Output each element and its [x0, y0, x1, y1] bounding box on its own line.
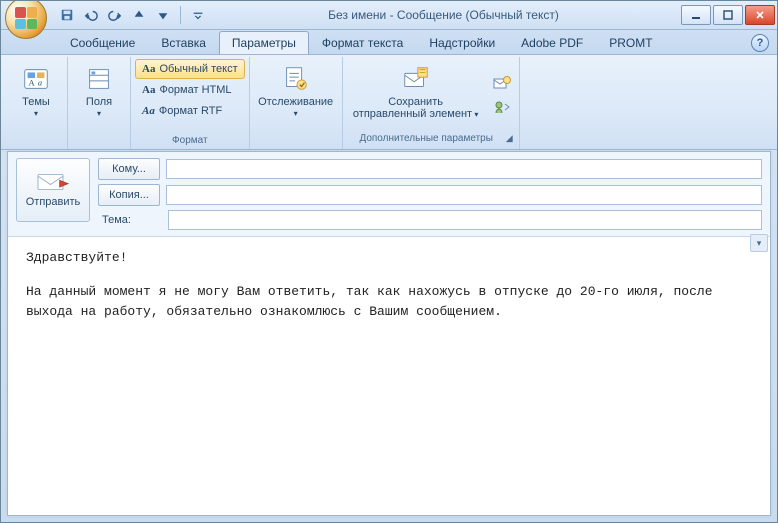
- svg-text:A: A: [29, 78, 36, 88]
- text-aa-italic-icon: Aa: [142, 105, 155, 117]
- body-paragraph: На данный момент я не могу Вам ответить,…: [26, 282, 752, 322]
- group-format: Aa Обычный текст Aa Формат HTML Aa Форма…: [131, 57, 250, 149]
- message-body[interactable]: Здравствуйте! На данный момент я не могу…: [8, 232, 770, 515]
- group-tracking: Отслеживание ▾: [250, 57, 343, 149]
- group-themes: Aa Темы ▾: [5, 57, 68, 149]
- format-rtf-button[interactable]: Aa Формат RTF: [135, 101, 245, 121]
- tracking-label: Отслеживание: [258, 96, 333, 108]
- up-arrow-icon: [132, 8, 146, 22]
- to-row: Кому...: [98, 158, 762, 180]
- themes-button[interactable]: Aa Темы ▾: [9, 59, 63, 144]
- fields-label: Поля: [86, 96, 112, 108]
- tracking-icon: [281, 64, 311, 94]
- cc-row: Копия...: [98, 184, 762, 206]
- qat-redo-button[interactable]: [105, 5, 125, 25]
- format-html-label: Формат HTML: [159, 84, 231, 96]
- qat-separator: [180, 6, 181, 24]
- save-sent-icon: [401, 64, 431, 94]
- save-sent-item-button[interactable]: Сохранить отправленный элемент ▾: [347, 59, 485, 131]
- qat-next-button[interactable]: [153, 5, 173, 25]
- down-arrow-icon: [156, 8, 170, 22]
- window-controls: [679, 5, 775, 25]
- ribbon-tabs: Сообщение Вставка Параметры Формат текст…: [1, 30, 777, 55]
- delay-delivery-button[interactable]: [493, 75, 511, 91]
- format-plain-button[interactable]: Aa Обычный текст: [135, 59, 245, 79]
- ribbon: Aa Темы ▾ Поля ▾: [1, 55, 777, 150]
- dialog-launcher-button[interactable]: ◢: [506, 133, 513, 144]
- quick-access-toolbar: [57, 5, 208, 25]
- direct-replies-button[interactable]: [493, 99, 511, 115]
- group-more-label: Дополнительные параметры ◢: [347, 131, 515, 149]
- group-more-options: Сохранить отправленный элемент ▾ Дополни…: [343, 57, 520, 149]
- maximize-button[interactable]: [713, 5, 743, 25]
- titlebar: Без имени - Сообщение (Обычный текст): [1, 1, 777, 30]
- body-greeting: Здравствуйте!: [26, 248, 752, 268]
- chevron-down-icon: ▾: [472, 110, 478, 119]
- tab-format-text[interactable]: Формат текста: [309, 31, 416, 54]
- send-label: Отправить: [26, 196, 81, 208]
- qat-save-button[interactable]: [57, 5, 77, 25]
- reply-to-icon: [493, 99, 511, 115]
- qat-prev-button[interactable]: [129, 5, 149, 25]
- close-button[interactable]: [745, 5, 775, 25]
- group-themes-label: [9, 144, 63, 149]
- cc-input[interactable]: [166, 185, 762, 205]
- to-input[interactable]: [166, 159, 762, 179]
- qat-customize-button[interactable]: [188, 5, 208, 25]
- tab-message[interactable]: Сообщение: [57, 31, 148, 54]
- chevron-down-icon: ▾: [34, 109, 38, 118]
- chevron-down-icon: [191, 8, 205, 22]
- save-sent-label-2: отправленный элемент: [353, 108, 472, 120]
- save-icon: [60, 8, 74, 22]
- tab-promt[interactable]: PROMT: [596, 31, 665, 54]
- chevron-down-icon: ▾: [294, 109, 298, 118]
- fields-icon: [84, 64, 114, 94]
- group-format-label: Формат: [135, 133, 245, 149]
- group-more-label-text: Дополнительные параметры: [359, 133, 492, 144]
- scroll-options-button[interactable]: ▾: [750, 234, 768, 252]
- clock-mail-icon: [493, 75, 511, 91]
- tracking-button[interactable]: Отслеживание ▾: [254, 59, 338, 144]
- cc-button[interactable]: Копия...: [98, 184, 160, 206]
- themes-label: Темы: [22, 96, 50, 108]
- subject-input[interactable]: [168, 210, 762, 230]
- subject-label: Тема:: [98, 214, 162, 226]
- to-button[interactable]: Кому...: [98, 158, 160, 180]
- more-options-stack: [489, 59, 515, 131]
- fields-button[interactable]: Поля ▾: [72, 59, 126, 144]
- minimize-button[interactable]: [681, 5, 711, 25]
- app-window: Без имени - Сообщение (Обычный текст) Со…: [0, 0, 778, 523]
- tab-insert[interactable]: Вставка: [148, 31, 219, 54]
- compose-pane: Отправить Кому... Копия... Тема: Здравст…: [7, 151, 771, 516]
- svg-text:a: a: [38, 78, 42, 88]
- message-header: Отправить Кому... Копия... Тема:: [8, 152, 770, 237]
- group-fields-label: [72, 144, 126, 149]
- help-button[interactable]: ?: [751, 34, 769, 52]
- minimize-icon: [691, 10, 701, 20]
- tab-addins[interactable]: Надстройки: [416, 31, 508, 54]
- subject-row: Тема:: [98, 210, 762, 230]
- tab-adobe-pdf[interactable]: Adobe PDF: [508, 31, 596, 54]
- chevron-down-icon: ▾: [97, 109, 101, 118]
- close-icon: [755, 10, 765, 20]
- format-plain-label: Обычный текст: [159, 63, 237, 75]
- maximize-icon: [723, 10, 733, 20]
- themes-icon: Aa: [21, 64, 51, 94]
- send-button[interactable]: Отправить: [16, 158, 90, 222]
- tab-options[interactable]: Параметры: [219, 31, 309, 54]
- qat-undo-button[interactable]: [81, 5, 101, 25]
- save-sent-label-1: Сохранить: [388, 96, 443, 108]
- redo-icon: [108, 8, 122, 22]
- group-fields: Поля ▾: [68, 57, 131, 149]
- undo-icon: [84, 8, 98, 22]
- fields-column: Кому... Копия... Тема:: [98, 158, 762, 230]
- group-tracking-label: [254, 144, 338, 149]
- text-aa-icon: Aa: [142, 63, 155, 75]
- format-rtf-label: Формат RTF: [159, 105, 222, 117]
- window-title: Без имени - Сообщение (Обычный текст): [208, 8, 679, 22]
- office-logo-icon: [15, 7, 37, 29]
- text-aa-icon: Aa: [142, 84, 155, 96]
- envelope-icon: [36, 172, 70, 192]
- format-html-button[interactable]: Aa Формат HTML: [135, 80, 245, 100]
